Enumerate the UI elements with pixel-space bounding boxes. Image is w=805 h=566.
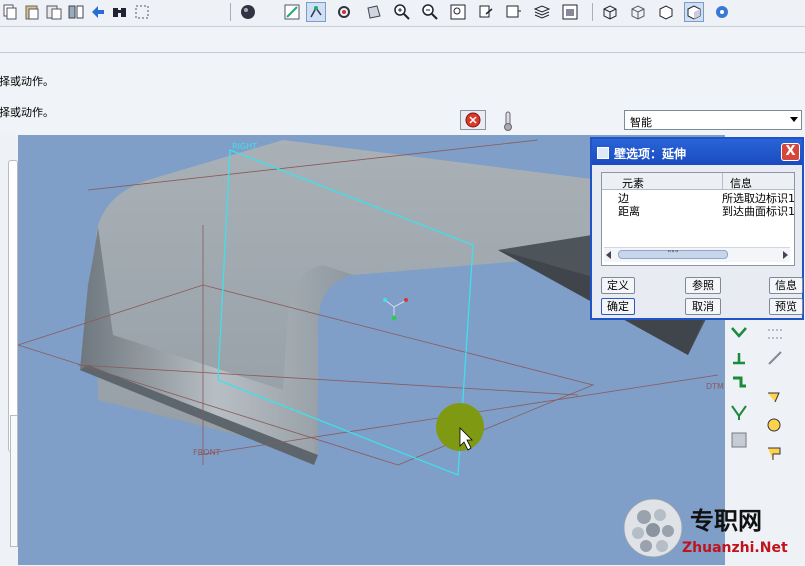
corner-relief-icon[interactable] [729,430,749,450]
element-table: 元素 信息 边 所选取边标识1 距离 到达曲面标识1 """ [601,172,795,266]
toolbar-separator [230,3,231,21]
paste-special-icon[interactable] [44,2,64,22]
flange-wall-icon[interactable] [729,324,749,344]
references-button[interactable]: 参照 [685,277,721,294]
model-tree-tab[interactable] [8,160,18,452]
cancel-button[interactable]: 取消 [685,298,721,315]
setup-icon[interactable] [334,2,354,22]
select-box-icon[interactable] [132,2,152,22]
watermark-logo [623,498,683,558]
table-header: 元素 信息 [602,173,794,190]
datum-label-front: FRONT [193,448,220,457]
selection-filter-dropdown[interactable]: 智能 [624,110,802,130]
define-button[interactable]: 定义 [601,277,635,294]
saved-views-icon[interactable] [504,2,524,22]
layers-icon[interactable] [532,2,552,22]
edge-bend-icon[interactable] [729,402,749,422]
watermark-url: Zhuanzhi.Net [682,540,788,556]
punch-icon[interactable] [765,416,785,436]
form-icon[interactable] [765,388,785,408]
zoom-in-icon[interactable] [392,2,412,22]
no-hidden-icon[interactable] [656,2,676,22]
zoom-out-icon[interactable] [420,2,440,22]
main-toolbar [0,0,805,27]
view-manager-icon[interactable] [560,2,580,22]
regenerate-icon[interactable] [88,2,108,22]
mirror-icon[interactable] [66,2,86,22]
preview-button[interactable]: 预览 [769,298,803,315]
dialog-icon [597,147,609,159]
left-panel-strip [0,135,18,565]
scroll-thumb[interactable]: """ [618,250,728,259]
message-line: 选择或动作。 [0,106,54,119]
sketch-icon[interactable] [282,2,302,22]
wall-options-dialog: 壁选项：延伸 X 元素 信息 边 所选取边标识1 距离 到达曲面标识1 """ … [590,137,804,320]
ok-button[interactable]: 确定 [601,298,635,315]
flat-pattern-icon[interactable] [765,444,785,464]
find-icon[interactable] [110,2,130,22]
toolbar-separator [592,3,593,21]
rip-icon[interactable] [765,324,785,344]
thermometer-icon [500,110,516,132]
dialog-titlebar[interactable]: 壁选项：延伸 X [592,139,802,165]
watermark: 专职网 Zhuanzhi.Net [622,493,805,565]
copy-icon[interactable] [0,2,20,22]
column-header-element[interactable]: 元素 [622,175,644,191]
datum-display-icon[interactable] [712,2,732,22]
wireframe-icon[interactable] [600,2,620,22]
watermark-title: 专职网 [690,506,762,535]
message-divider [0,52,805,53]
unbend-icon[interactable] [729,348,749,368]
info-button[interactable]: 信息 [769,277,803,294]
scroll-left-icon[interactable] [606,251,611,259]
dialog-title: 壁选项：延伸 [614,147,687,161]
refit-icon[interactable] [448,2,468,22]
close-button[interactable]: X [781,143,800,161]
shading-icon[interactable] [684,2,704,22]
horizontal-scrollbar[interactable]: """ [604,247,790,262]
datum-label-dtm: DTM [706,382,724,391]
coordinate-triad [383,298,408,321]
stop-icon [465,112,481,128]
message-line: 选择或动作。 [0,75,54,88]
link-icon[interactable] [765,348,785,368]
row-info: 到达曲面标识1 [722,205,794,218]
stop-regen-button[interactable] [460,110,486,130]
column-header-info[interactable]: 信息 [730,175,752,191]
column-divider [722,173,723,189]
row-element: 距离 [618,205,640,218]
navigator-tab[interactable] [10,415,18,547]
paste-icon[interactable] [22,2,42,22]
hidden-line-icon[interactable] [628,2,648,22]
reorient-icon[interactable] [476,2,496,22]
bend-icon[interactable] [729,374,749,394]
scroll-right-icon[interactable] [783,251,788,259]
datum-label-right: RIGHT [232,142,257,151]
selection-filter-value: 智能 [630,116,652,129]
orient-icon[interactable] [364,2,384,22]
chevron-down-icon [790,117,798,122]
shade-sphere-icon[interactable] [238,2,258,22]
edge-node-icon[interactable] [306,2,326,22]
